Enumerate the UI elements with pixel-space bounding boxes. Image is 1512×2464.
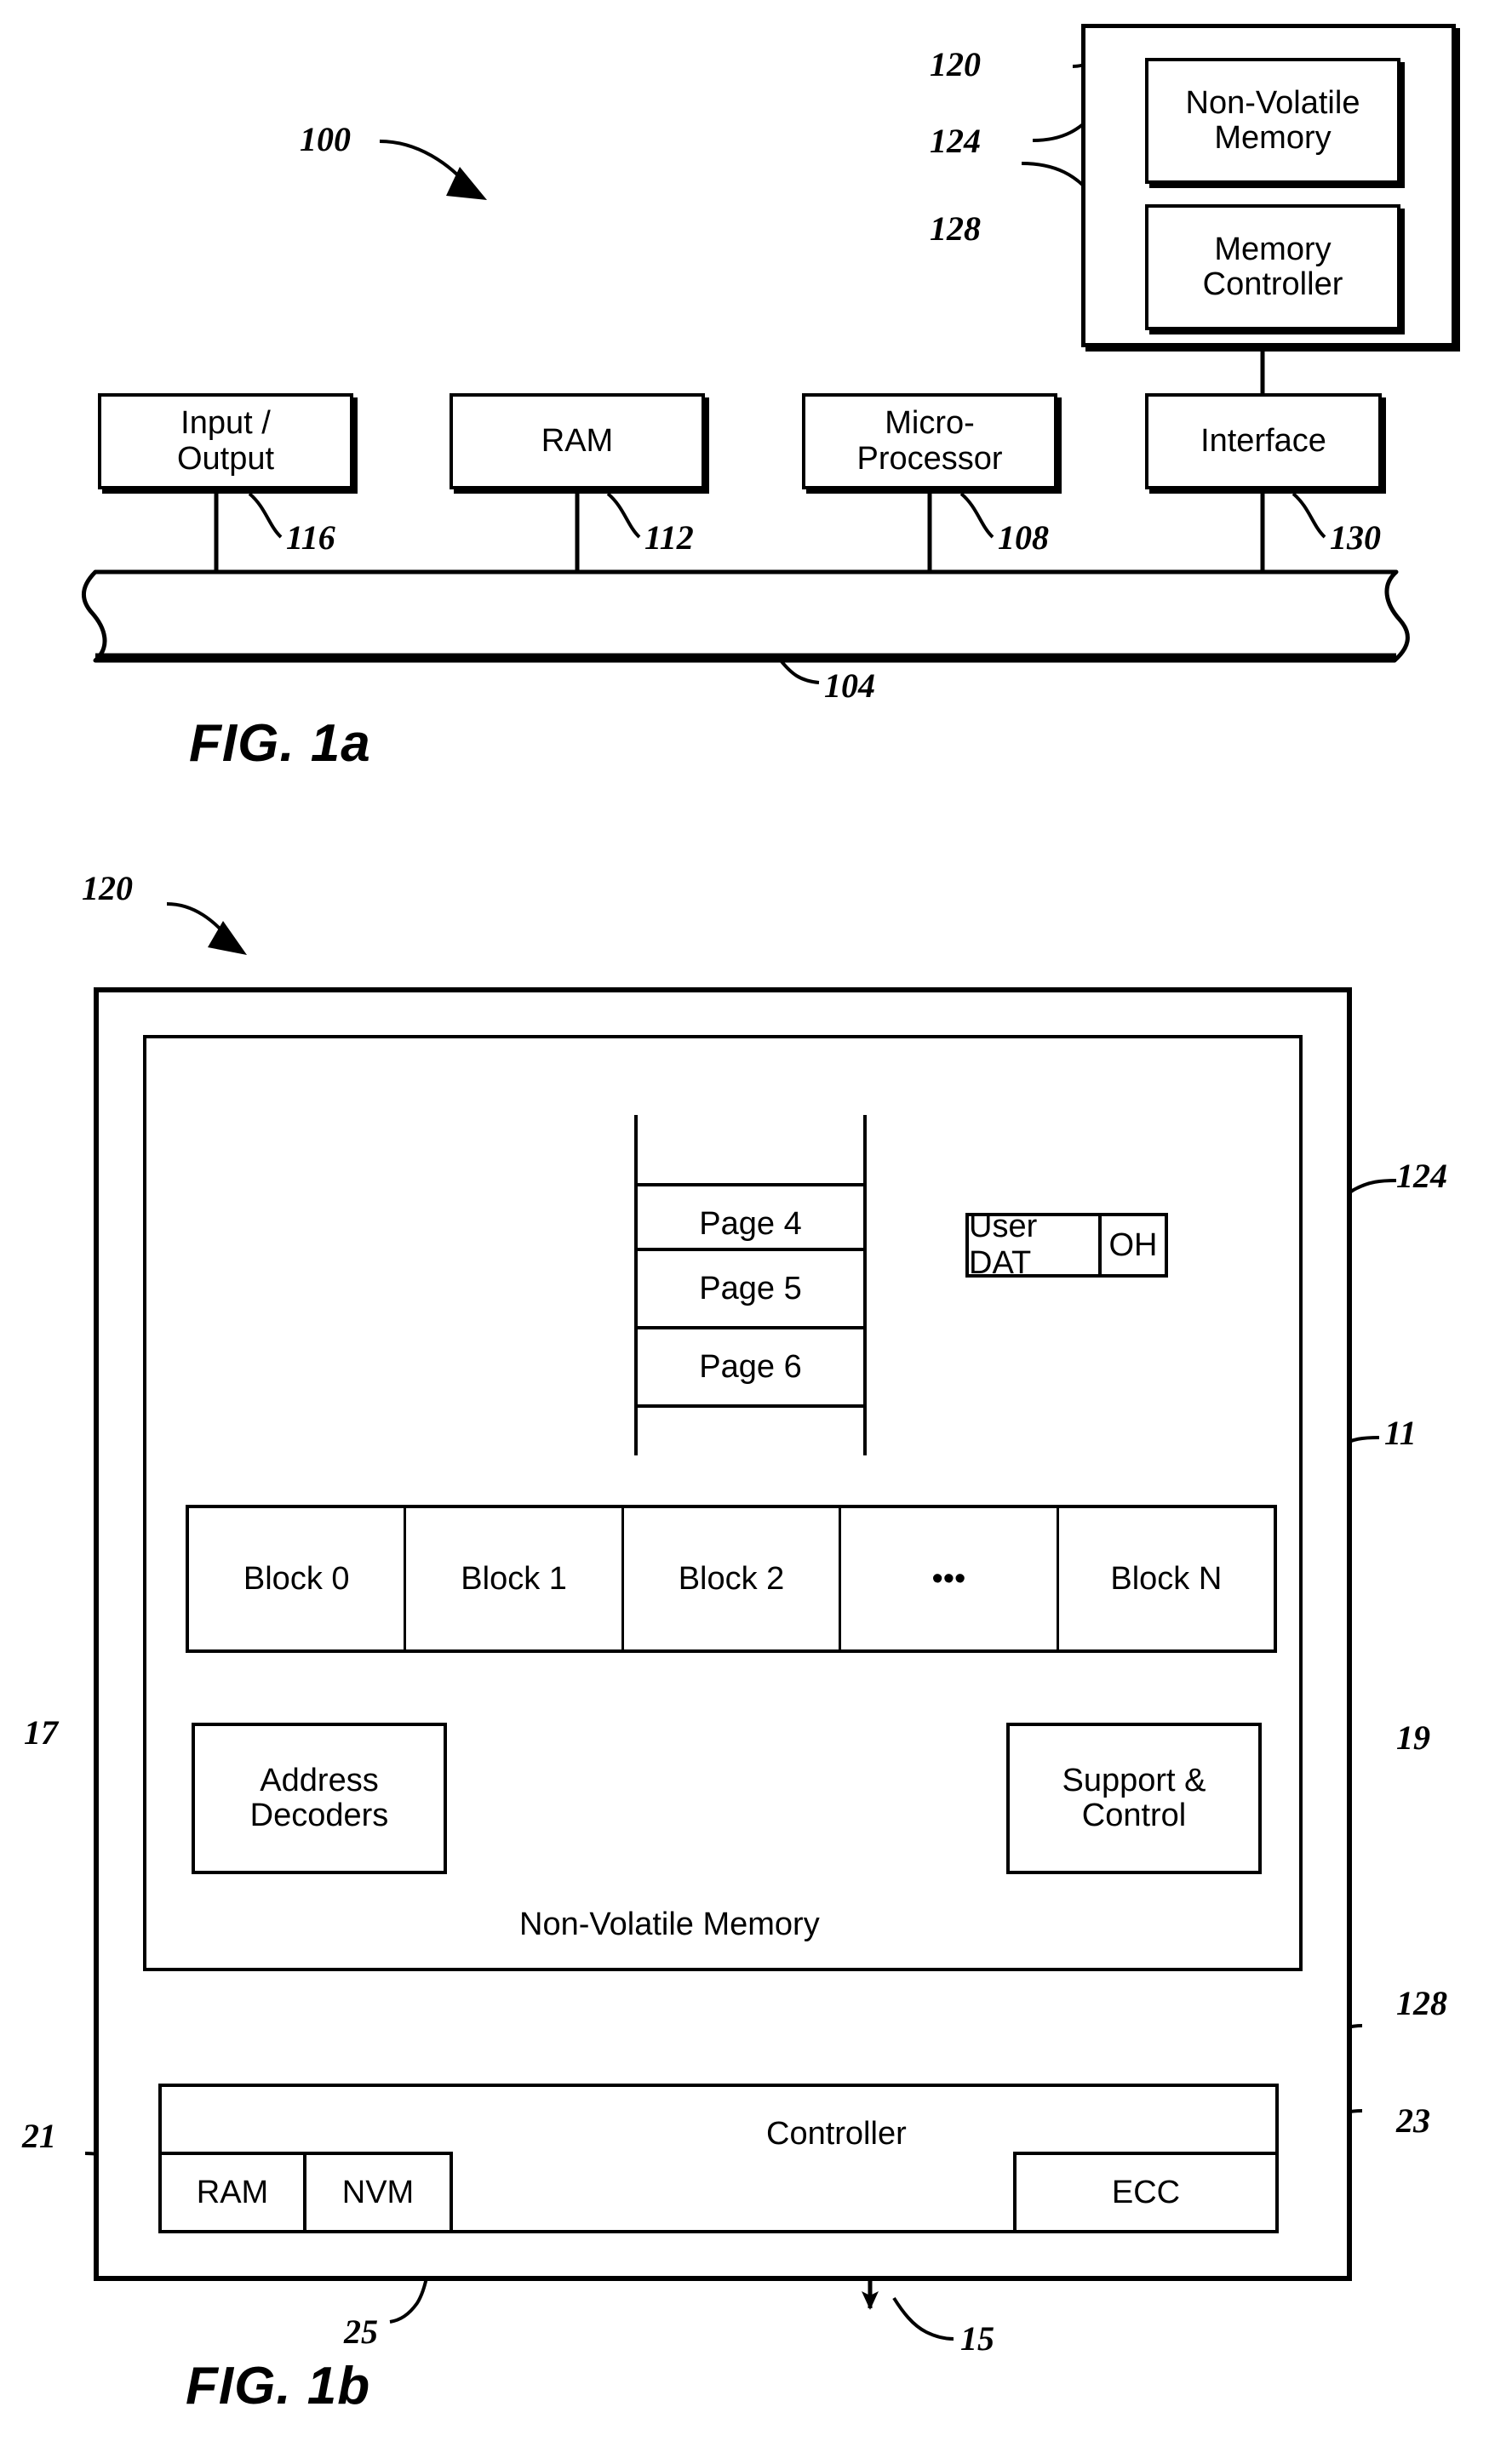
leader-108 [959,492,994,539]
ram-box[interactable]: RAM [450,393,705,489]
controller-label: Controller [766,2116,907,2152]
ref-label-23: 23 [1396,2101,1430,2140]
fig-1a-caption: FIG. 1a [189,714,371,773]
system-bus-104 [82,569,1410,663]
leader-120-fig1b [166,902,247,955]
block-cell-n-label: Block N [1110,1560,1223,1597]
micro-processor-label-line2: Processor [856,440,1003,477]
non-volatile-memory-box[interactable]: Non-Volatile Memory [1145,58,1400,184]
block-cell-0[interactable]: Block 0 [189,1508,407,1649]
ref-label-128-fig1b: 128 [1396,1984,1447,2022]
page-cell-page5[interactable]: Page 5 [634,1248,867,1326]
page-cell-page6-label: Page 6 [699,1348,802,1385]
non-volatile-memory-frame-label: Non-Volatile Memory [519,1907,820,1942]
ref-label-104: 104 [824,666,875,705]
controller-nvm-box[interactable]: NVM [303,2152,453,2233]
overhead-label: OH [1108,1226,1158,1263]
block-cell-n[interactable]: Block N [1059,1508,1274,1649]
ref-label-124-fig1b: 124 [1396,1157,1447,1195]
block-cell-ellipsis: ••• [841,1508,1059,1649]
leader-116 [248,492,283,539]
block-cell-1-label: Block 1 [461,1560,567,1597]
controller-nvm-label: NVM [341,2174,415,2210]
block-array-row: Block 0 Block 1 Block 2 ••• Block N [186,1505,1277,1653]
micro-processor-box[interactable]: Micro- Processor [802,393,1057,489]
interface-box[interactable]: Interface [1145,393,1382,489]
block-cell-2-label: Block 2 [678,1560,785,1597]
fig-1b-caption: FIG. 1b [186,2357,371,2415]
ref-label-25: 25 [344,2313,378,2351]
ref-label-124-fig1a: 124 [930,122,981,160]
ref-label-17: 17 [24,1713,58,1752]
ram-label: RAM [541,422,614,459]
controller-ecc-label: ECC [1111,2174,1181,2210]
page-cell-page4-label: Page 4 [699,1205,802,1242]
block-cell-1[interactable]: Block 1 [406,1508,624,1649]
address-decoders-label-line2: Decoders [249,1798,389,1833]
ref-label-116: 116 [286,518,335,557]
ref-label-100: 100 [300,120,351,158]
micro-processor-label-line1: Micro- [885,405,975,442]
memory-controller-box[interactable]: Memory Controller [1145,204,1400,330]
user-data-label: User DAT [969,1209,1038,1281]
ref-label-112: 112 [644,518,694,557]
block-cell-0-label: Block 0 [243,1560,350,1597]
non-volatile-memory-label: Non-Volatile Memory [1185,84,1360,156]
memory-controller-label: Memory Controller [1202,231,1343,302]
ref-label-120-fig1b: 120 [82,869,133,907]
support-control-label-line2: Control [1081,1798,1187,1833]
leader-104 [779,659,820,684]
leader-15 [892,2296,954,2341]
overhead-field: OH [1102,1216,1165,1274]
block-cell-2[interactable]: Block 2 [624,1508,842,1649]
address-decoders-box[interactable]: Address Decoders [192,1723,447,1874]
page-cell-blank-bottom [634,1404,867,1455]
page-content-detail-box: User DAT OH [965,1209,1168,1281]
address-decoders-label-line1: Address [260,1762,379,1798]
controller-ram-label: RAM [196,2174,269,2210]
ref-label-120-fig1a: 120 [930,45,981,83]
page-cell-page5-label: Page 5 [699,1270,802,1306]
ref-label-128-fig1a: 128 [930,209,981,248]
ref-label-15: 15 [960,2319,994,2358]
input-output-label-line2: Output [176,440,275,477]
ref-label-11: 11 [1384,1414,1417,1452]
leader-130 [1292,492,1326,539]
ref-label-108: 108 [998,518,1049,557]
ref-label-130: 130 [1330,518,1381,557]
leader-100 [379,140,487,200]
support-control-label-line1: Support & [1062,1762,1206,1798]
patent-figure-page: 100 Non-Volatile Memory Memory Controlle… [0,0,1512,2464]
interface-label: Interface [1200,422,1326,459]
page-cell-blank-top [634,1115,867,1183]
leader-112 [606,492,641,539]
block-cell-ellipsis-label: ••• [931,1560,966,1597]
page-cell-page6[interactable]: Page 6 [634,1326,867,1404]
input-output-label-line1: Input / [180,405,271,442]
ref-label-19: 19 [1396,1718,1430,1757]
ref-label-21: 21 [22,2117,56,2155]
input-output-box[interactable]: Input / Output [98,393,353,489]
controller-ecc-box[interactable]: ECC [1013,2152,1279,2233]
user-data-field: User DAT [969,1209,1102,1281]
controller-ram-box[interactable]: RAM [158,2152,306,2233]
support-control-box[interactable]: Support & Control [1006,1723,1262,1874]
